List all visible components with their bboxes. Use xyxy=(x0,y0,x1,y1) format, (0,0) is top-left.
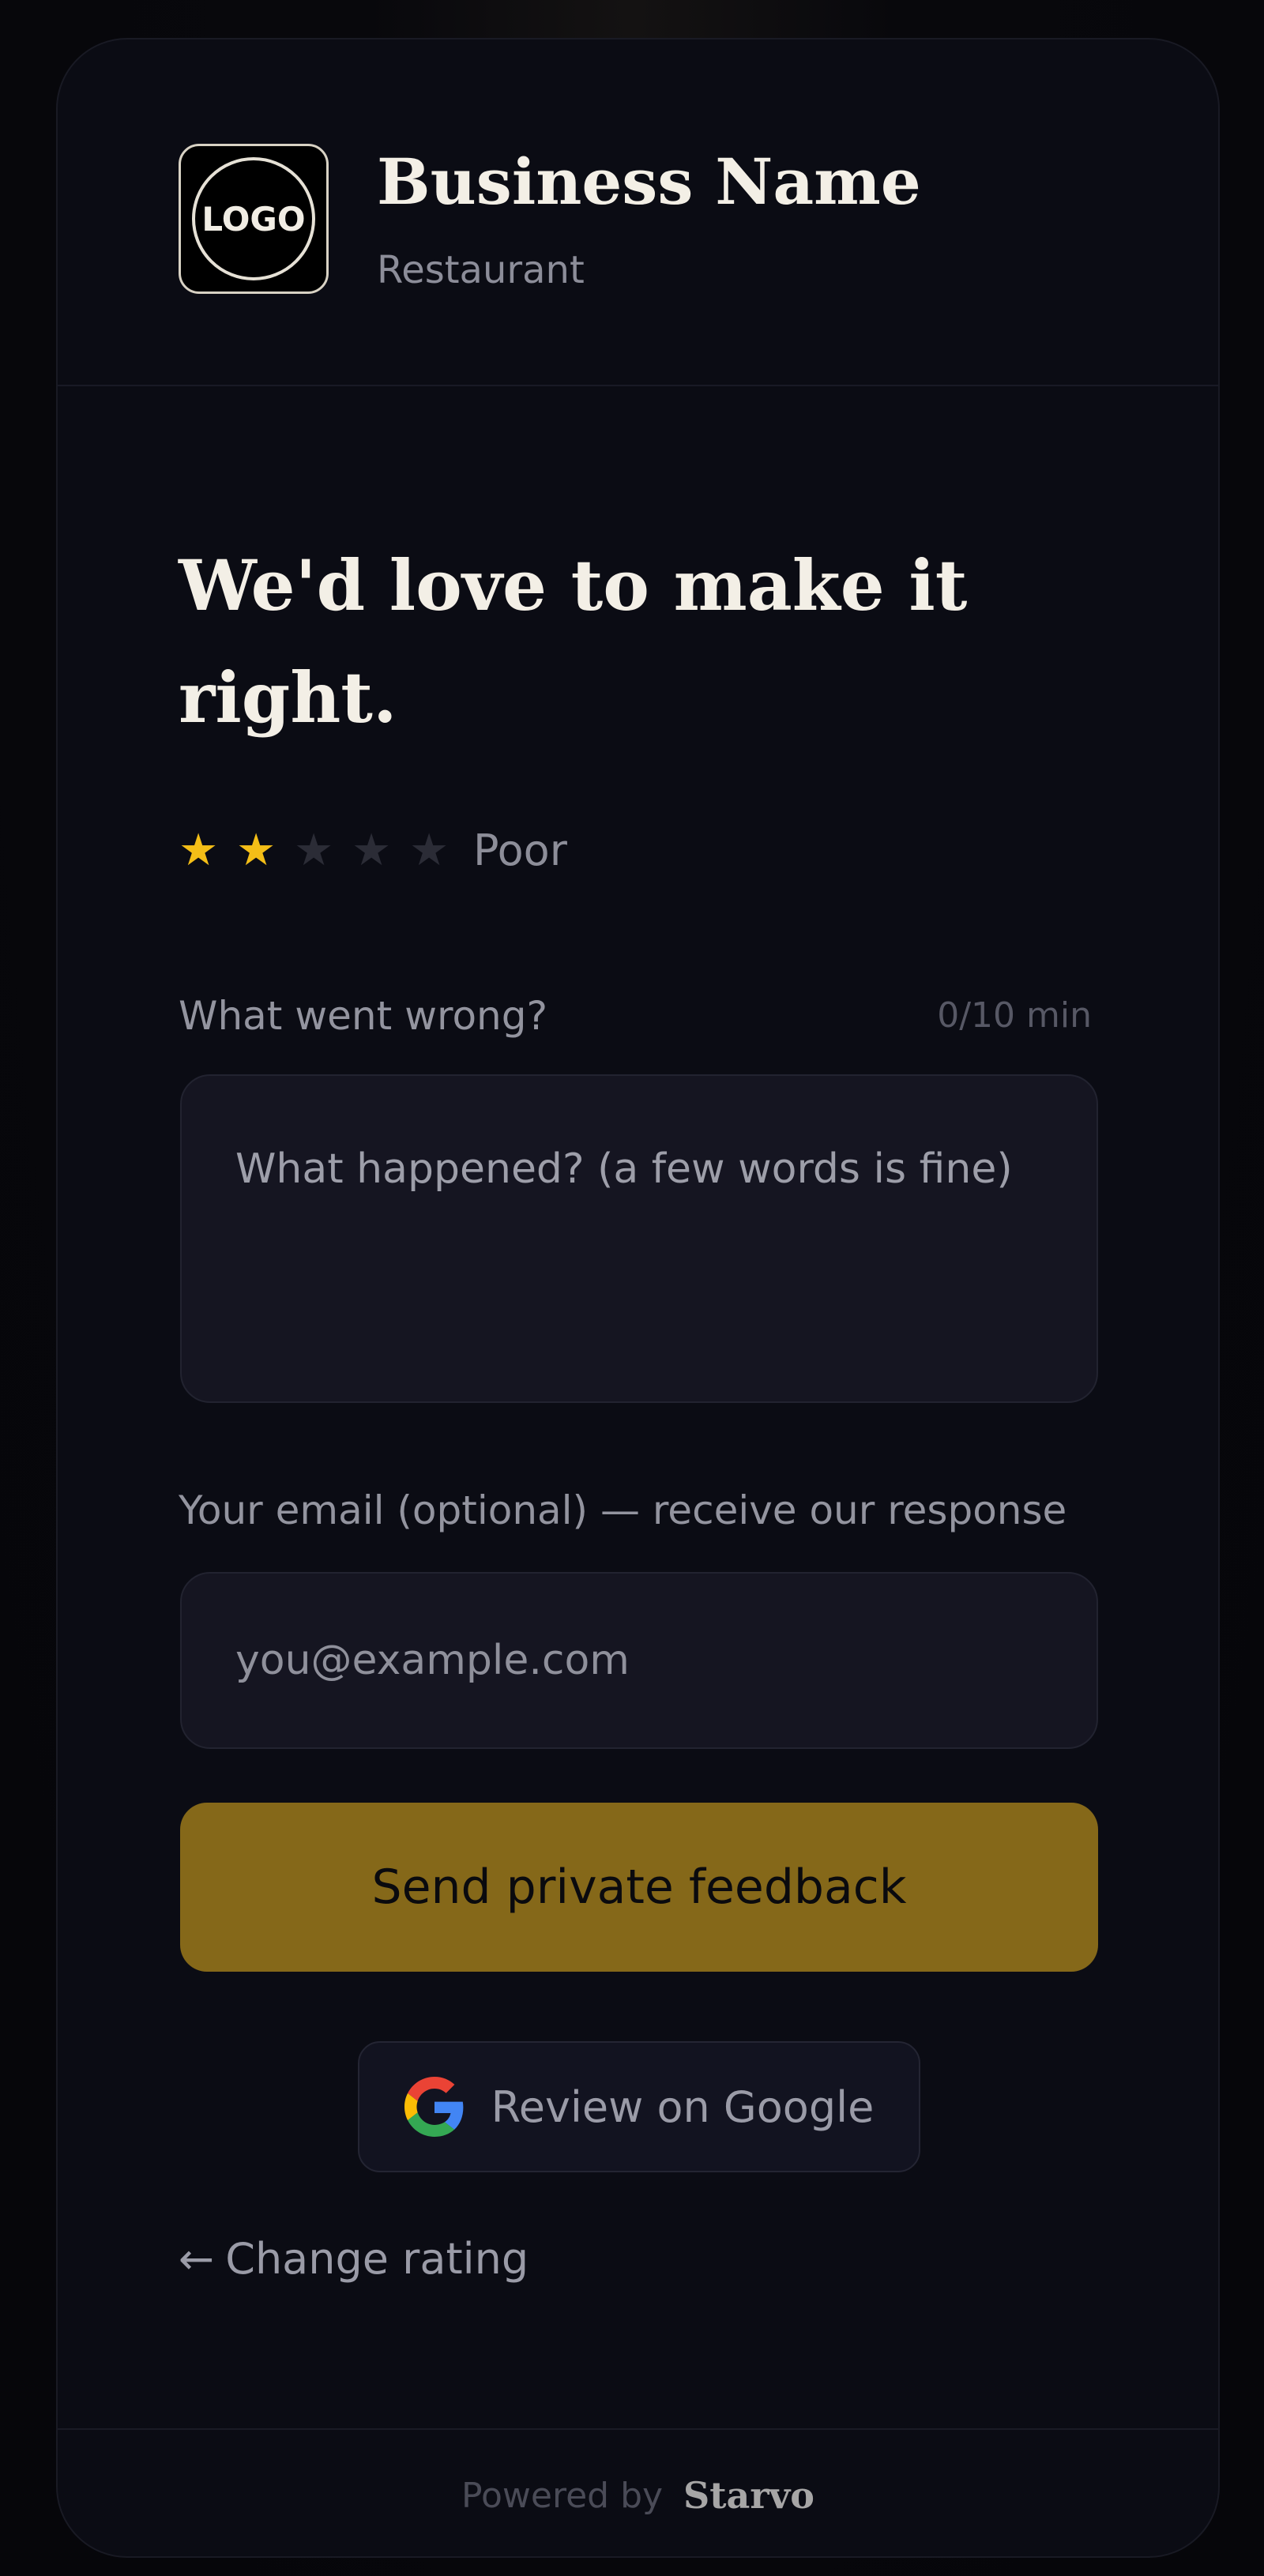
email-label: Your email (optional) — receive our resp… xyxy=(179,1487,1067,1533)
business-type: Restaurant xyxy=(377,248,585,292)
send-feedback-button[interactable]: Send private feedback xyxy=(180,1803,1098,1972)
page-background: LOGO Business Name Restaurant We'd love … xyxy=(0,0,1264,2576)
business-name: Business Name xyxy=(377,145,921,219)
character-counter: 0/10 min xyxy=(937,995,1092,1036)
email-field[interactable] xyxy=(180,1572,1098,1749)
google-g-icon xyxy=(404,2077,464,2137)
review-on-google-button[interactable]: Review on Google xyxy=(358,2041,920,2172)
star-icon[interactable]: ★ xyxy=(236,815,294,886)
business-header: LOGO Business Name Restaurant xyxy=(58,39,1218,386)
feedback-textarea[interactable] xyxy=(180,1074,1098,1403)
star-rating: ★ ★ ★ ★ ★ Poor xyxy=(179,815,567,886)
powered-by-text: Powered by xyxy=(461,2475,664,2516)
star-icon[interactable]: ★ xyxy=(409,815,467,886)
star-icon[interactable]: ★ xyxy=(294,815,352,886)
feedback-card: LOGO Business Name Restaurant We'd love … xyxy=(56,38,1220,2558)
star-icon[interactable]: ★ xyxy=(352,815,409,886)
business-logo: LOGO xyxy=(179,144,329,294)
rating-label: Poor xyxy=(473,825,567,875)
change-rating-link[interactable]: ← Change rating xyxy=(179,2228,529,2291)
star-icon[interactable]: ★ xyxy=(179,815,236,886)
brand-logo-text[interactable]: Starvo xyxy=(683,2474,814,2517)
google-button-label: Review on Google xyxy=(491,2081,875,2132)
footer: Powered by Starvo xyxy=(58,2428,1218,2556)
page-title: We'd love to make it right. xyxy=(179,544,968,739)
logo-mark: LOGO xyxy=(192,157,315,280)
feedback-label: What went wrong? xyxy=(179,993,548,1039)
arrow-left-icon: ← xyxy=(179,2234,215,2284)
change-rating-label: Change rating xyxy=(225,2234,529,2284)
